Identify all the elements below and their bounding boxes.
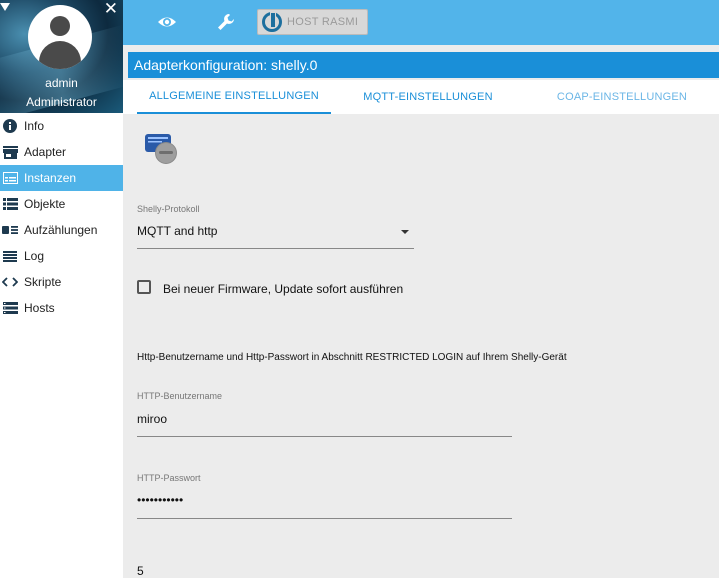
http-password-underline [137,518,512,519]
http-username-underline [137,436,512,437]
top-bar: HOST RASMI [123,0,719,45]
sidebar-item-label: Skripte [24,275,62,289]
info-icon [2,119,18,133]
protocol-underline [137,248,414,249]
tab-bar: ALLGEMEINE EINSTELLUNGEN MQTT-EINSTELLUN… [137,80,719,114]
sidebar-item-label: Adapter [24,145,67,159]
sidebar-item-label: Log [24,249,45,263]
page-title: Adapterkonfiguration: shelly.0 [128,52,719,78]
chevron-down-icon[interactable] [401,230,409,234]
sidebar-item-label: Info [24,119,45,133]
protocol-select[interactable]: MQTT and http [137,224,217,238]
sidebar-nav: Info Adapter Instanzen Objekte Aufzählun… [0,113,123,321]
hosts-icon [2,301,18,315]
settings-panel: Shelly-Protokoll MQTT and http Bei neuer… [123,114,719,578]
http-username-label: HTTP-Benutzername [137,391,223,401]
iobroker-logo-icon [262,12,282,32]
list-icon [2,197,18,211]
sidebar: ✕ admin Administrator Info Adapter Insta… [0,0,123,578]
http-password-label: HTTP-Passwort [137,473,201,483]
host-label: HOST RASMI [287,16,359,28]
sidebar-item-label: Hosts [24,301,55,315]
enum-icon [2,223,18,237]
profile-username: admin [45,76,78,90]
sidebar-item-skripte[interactable]: Skripte [0,269,123,295]
shelly-adapter-logo [144,132,180,164]
protocol-label: Shelly-Protokoll [137,204,200,214]
sidebar-item-log[interactable]: Log [0,243,123,269]
close-icon[interactable]: ✕ [104,0,118,17]
http-info-text: Http-Benutzername und Http-Passwort in A… [137,352,567,363]
tab-general-settings[interactable]: ALLGEMEINE EINSTELLUNGEN [137,80,331,114]
eye-icon[interactable] [157,12,177,32]
sidebar-item-info[interactable]: Info [0,113,123,139]
firmware-update-label: Bei neuer Firmware, Update sofort ausfüh… [163,282,404,296]
sidebar-item-hosts[interactable]: Hosts [0,295,123,321]
http-username-input[interactable]: miroo [137,412,167,426]
sidebar-item-instanzen[interactable]: Instanzen [0,165,123,191]
profile-role: Administrator [26,95,97,109]
tab-mqtt-settings[interactable]: MQTT-EINSTELLUNGEN [331,80,525,114]
sidebar-item-objekte[interactable]: Objekte [0,191,123,217]
wrench-icon[interactable] [216,12,236,32]
menu-toggle-icon[interactable] [0,3,10,11]
profile-header: ✕ admin Administrator [0,0,123,113]
next-field-value[interactable]: 5 [137,564,144,578]
sidebar-item-aufzaehlungen[interactable]: Aufzählungen [0,217,123,243]
sidebar-item-label: Objekte [24,197,66,211]
log-icon [2,249,18,263]
tab-coap-settings[interactable]: COAP-EINSTELLUNGEN [525,80,719,114]
host-button[interactable]: HOST RASMI [257,9,368,35]
sidebar-item-label: Aufzählungen [24,223,98,237]
store-icon [2,145,18,159]
sidebar-item-label: Instanzen [24,171,77,185]
instances-icon [2,171,18,185]
sidebar-item-adapter[interactable]: Adapter [0,139,123,165]
http-password-input[interactable]: ••••••••••• [137,493,183,507]
firmware-update-checkbox[interactable] [137,280,151,294]
code-icon [2,275,18,289]
avatar[interactable] [28,5,92,69]
